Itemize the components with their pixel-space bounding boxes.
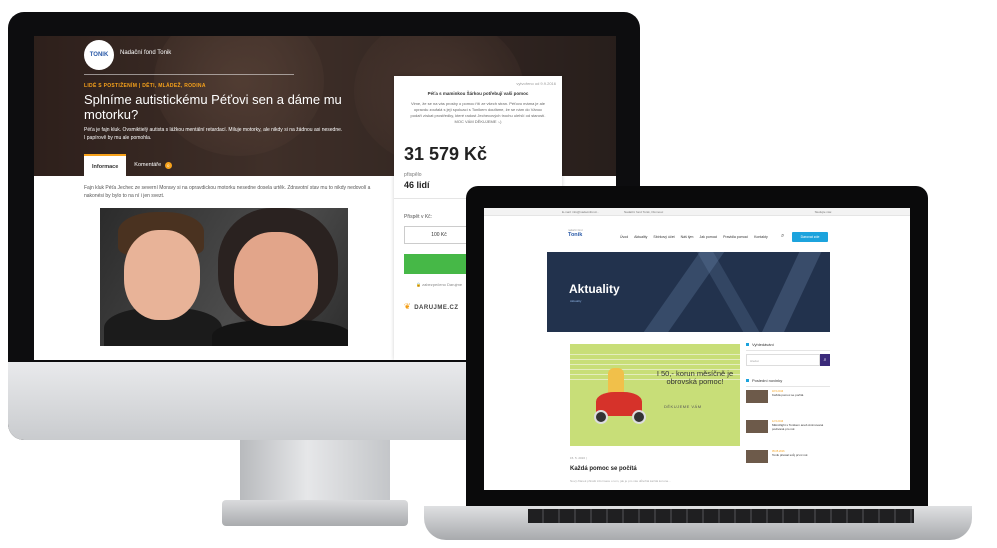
topbar-social: Sledujte nás:: [814, 209, 832, 214]
menu-item-nas-tym[interactable]: Náš tým: [681, 235, 694, 239]
news-item[interactable]: 12.5.2016 Mikroflight s Tonikem aneb Ani…: [746, 420, 830, 434]
photo-woman-face: [234, 232, 318, 326]
butterfly-icon: ❦: [404, 302, 412, 311]
breadcrumb[interactable]: Aktuality: [570, 299, 581, 303]
contributors-label: přispělo: [404, 172, 422, 178]
tab-label: Komentáře: [134, 162, 162, 168]
imac-stand-neck: [240, 440, 390, 504]
photo-boy-face: [124, 230, 200, 320]
sidebar-search-input[interactable]: Hledat: [746, 354, 820, 366]
main-menu: Úvod Aktuality Sbírkový účet Náš tým Jak…: [620, 235, 768, 239]
campaign-tabs: Informace Komentáře 0: [84, 154, 180, 176]
secure-text: zabezpečeno Darujme: [422, 282, 463, 287]
tab-komentare[interactable]: Komentáře 0: [126, 154, 179, 176]
post-banner-image[interactable]: I 50,- korun měsíčně je obrovská pomoc! …: [570, 344, 740, 446]
news-thumbnail: [746, 450, 768, 463]
post-excerpt: Nový článek přináší informace o tom, jak…: [570, 479, 671, 483]
imac-stand-foot: [222, 500, 408, 526]
topbar-address: Nadační fond Tonik, Olomouc: [624, 209, 664, 214]
sidebar-divider: [746, 386, 830, 387]
news-hero: Aktuality Aktuality: [547, 252, 830, 332]
tab-informace[interactable]: Informace: [84, 154, 127, 176]
banner-wheel: [594, 410, 608, 424]
site-nav: nadační fond Tonik Úvod Aktuality Sbírko…: [484, 216, 910, 254]
contributors-count: 46 lidí: [404, 180, 430, 190]
campaign-title: Splníme autistickému Péťovi sen a dáme m…: [84, 92, 342, 122]
org-name[interactable]: Nadační fond Tonik: [120, 50, 171, 56]
news-title: Mikroflight s Tonikem aneb Animovaná pod…: [772, 423, 824, 431]
panel-message: Vime, že se na vás prosby o pomoc řítí z…: [410, 101, 546, 124]
sidebar-news-heading: Poslední novinky: [746, 378, 782, 383]
sidebar-search-button[interactable]: ⌕: [820, 354, 830, 366]
campaign-body-text: Fajn kluk Péťa Jechec ze severní Moravy …: [84, 185, 371, 199]
secure-note: 🔒 zabezpečeno Darujme: [416, 282, 462, 287]
site-logo[interactable]: nadační fond Tonik: [568, 228, 590, 238]
darujme-logo-text: DARUJME.CZ: [414, 305, 459, 311]
darujme-logo[interactable]: ❦ DARUJME.CZ: [404, 302, 459, 311]
macbook-screen: E-mail: info@nadacnifond... Nadační fond…: [484, 208, 910, 490]
menu-item-kontakty[interactable]: Kontakty: [754, 235, 768, 239]
menu-item-sbirkovy-ucet[interactable]: Sbírkový účet: [653, 235, 674, 239]
news-item[interactable]: 05.05.2016 Tonik přestal svůj první rok: [746, 450, 830, 464]
news-title: Každá pomoc se počítá: [772, 393, 804, 397]
campaign-categories[interactable]: LIDÉ S POSTIŽENÍM | DĚTI, MLÁDEŽ, RODINA: [84, 83, 206, 89]
org-logo[interactable]: TONIK: [84, 40, 114, 70]
campaign-photo: [100, 208, 348, 346]
news-item[interactable]: 18.5.2016 Každá pomoc se počítá: [746, 390, 830, 404]
search-icon[interactable]: ⌕: [781, 233, 784, 240]
donate-cta-button[interactable]: Darovat zde: [792, 232, 828, 242]
sidebar-divider: [746, 350, 830, 351]
devices-mockup: TONIK Nadační fond Tonik LIDÉ S POSTIŽEN…: [0, 0, 997, 548]
comment-count-badge: 0: [164, 162, 172, 169]
page-title: Aktuality: [569, 282, 620, 296]
tab-label: Informace: [92, 164, 119, 170]
amount-option-100[interactable]: 100 Kč: [404, 226, 474, 244]
news-thumbnail: [746, 390, 768, 403]
panel-heading: Péťa s maminkou Šárkou potřebují vaši po…: [427, 91, 529, 96]
menu-item-jak-pomoci[interactable]: Jak pomoci: [699, 235, 717, 239]
news-title: Tonik přestal svůj první rok: [772, 453, 808, 457]
topbar-email[interactable]: E-mail: info@nadacnifond...: [562, 210, 599, 214]
macbook-keyboard: [528, 509, 914, 523]
sidebar-search-heading: Vyhledávání: [746, 342, 774, 347]
post-date: 15. 5. 2016 |: [570, 456, 587, 460]
banner-text: I 50,- korun měsíčně je obrovská pomoc!: [656, 369, 734, 386]
post-title[interactable]: Každá pomoc se počítá: [570, 466, 637, 472]
raised-amount: 31 579 Kč: [404, 144, 488, 164]
site-topbar: E-mail: info@nadacnifond... Nadační fond…: [484, 208, 910, 216]
menu-item-pravidla[interactable]: Pravidla pomoci: [723, 235, 748, 239]
give-amount-label: Přispět v Kč:: [404, 214, 433, 220]
banner-subtext: DĚKUJEME VÁM: [664, 404, 702, 409]
menu-item-aktuality[interactable]: Aktuality: [634, 235, 647, 239]
panel-date: vytvořeno od 9.9.2016: [516, 81, 556, 86]
banner-wheel: [632, 410, 646, 424]
menu-item-uvod[interactable]: Úvod: [620, 235, 628, 239]
hero-divider: [84, 74, 294, 75]
news-thumbnail: [746, 420, 768, 433]
hero-pattern: [739, 252, 830, 332]
site-logo-text: Tonik: [568, 232, 583, 238]
campaign-description: Péťa je fajn kluk. Ovsmiktielý autista s…: [84, 127, 343, 141]
